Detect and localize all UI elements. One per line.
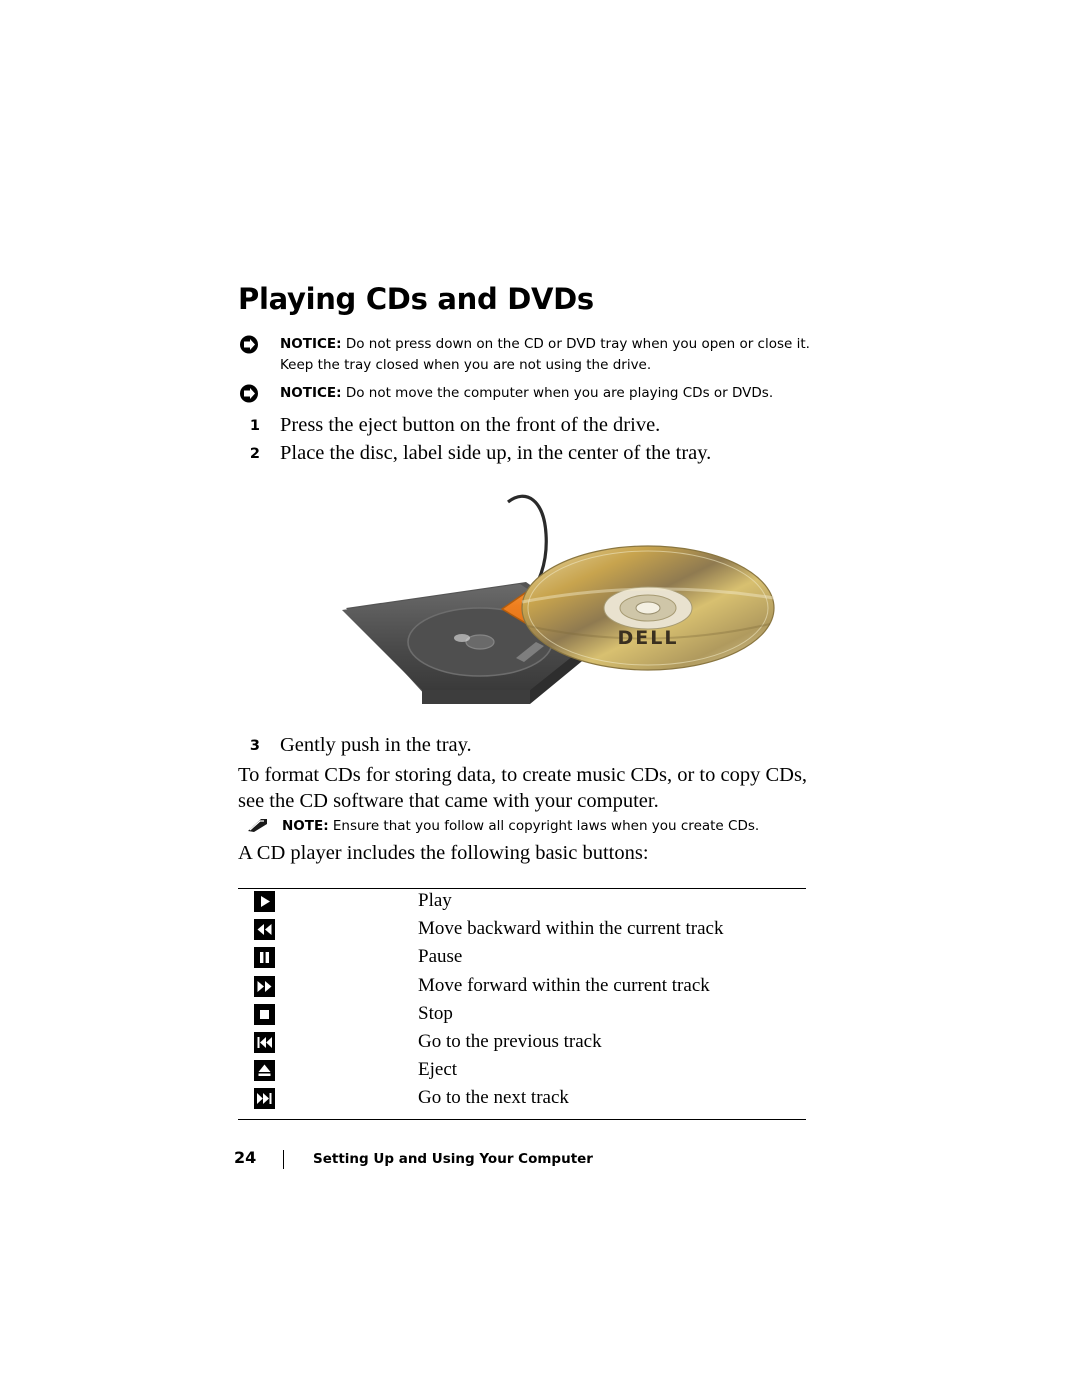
table-cell-label: Go to the next track bbox=[418, 1087, 569, 1109]
notice-block-2: NOTICE: Do not move the computer when yo… bbox=[238, 383, 820, 404]
step-1-text: Press the eject button on the front of t… bbox=[280, 414, 661, 436]
table-cell-label: Move forward within the current track bbox=[418, 974, 710, 996]
play-icon bbox=[254, 891, 275, 912]
step-2-text: Place the disc, label side up, in the ce… bbox=[280, 442, 712, 464]
rewind-icon bbox=[254, 919, 275, 941]
step-3-number: 3 bbox=[249, 738, 260, 754]
table-row: Move forward within the current track bbox=[238, 973, 806, 1001]
cd-drive-tray-illustration: DELL bbox=[330, 490, 800, 725]
table-row: Pause bbox=[238, 944, 806, 972]
table-cell-label: Move backward within the current track bbox=[418, 918, 724, 940]
table-cell-label: Stop bbox=[418, 1002, 453, 1024]
eject-icon bbox=[254, 1060, 275, 1082]
previous-track-icon bbox=[254, 1031, 275, 1053]
paragraph-format-cds: To format CDs for storing data, to creat… bbox=[238, 764, 808, 812]
step-2: 2 Place the disc, label side up, in the … bbox=[238, 440, 818, 466]
footer-section-title: Setting Up and Using Your Computer bbox=[313, 1151, 593, 1167]
table-cell-label: Go to the previous track bbox=[418, 1030, 602, 1052]
step-2-number: 2 bbox=[249, 446, 260, 462]
document-page: Playing CDs and DVDs NOTICE: Do not pres… bbox=[0, 0, 1080, 1397]
disc-logo-text: DELL bbox=[618, 627, 679, 649]
fast-forward-icon bbox=[254, 975, 275, 997]
notice-block-1: NOTICE: Do not press down on the CD or D… bbox=[238, 334, 820, 376]
step-3-text: Gently push in the tray. bbox=[280, 734, 472, 756]
notice-text-1: Do not press down on the CD or DVD tray … bbox=[280, 336, 810, 373]
table-row: Go to the next track bbox=[238, 1085, 806, 1113]
note-label: NOTE: bbox=[282, 818, 329, 834]
notice-arrow-icon bbox=[238, 384, 264, 403]
step-1: 1 Press the eject button on the front of… bbox=[238, 412, 818, 438]
notice-label-2: NOTICE: bbox=[280, 385, 342, 401]
footer-divider bbox=[283, 1150, 284, 1169]
note-text: Ensure that you follow all copyright law… bbox=[328, 818, 760, 834]
table-cell-label: Eject bbox=[418, 1059, 458, 1081]
table-row: Eject bbox=[238, 1057, 806, 1085]
page-title: Playing CDs and DVDs bbox=[238, 282, 594, 316]
notice-arrow-icon bbox=[238, 335, 264, 354]
table-row: Stop bbox=[238, 1001, 806, 1029]
step-3: 3 Gently push in the tray. bbox=[238, 732, 818, 758]
cd-player-button-table: Play Move backward within the current tr… bbox=[238, 888, 806, 1114]
paragraph-basic-buttons: A CD player includes the following basic… bbox=[238, 842, 649, 864]
step-1-number: 1 bbox=[249, 418, 260, 434]
table-cell-label: Pause bbox=[418, 946, 463, 968]
note-block: NOTE: Ensure that you follow all copyrig… bbox=[246, 816, 826, 836]
note-pencil-icon bbox=[246, 818, 270, 840]
notice-text-2: Do not move the computer when you are pl… bbox=[341, 385, 774, 401]
footer-page-number: 24 bbox=[234, 1148, 257, 1167]
pause-icon bbox=[254, 947, 275, 969]
stop-icon bbox=[254, 1003, 275, 1025]
table-cell-label: Play bbox=[418, 890, 452, 911]
table-bottom-rule bbox=[238, 1119, 806, 1120]
next-track-icon bbox=[254, 1088, 275, 1110]
table-row: Move backward within the current track bbox=[238, 916, 806, 944]
table-row: Go to the previous track bbox=[238, 1029, 806, 1057]
notice-label-1: NOTICE: bbox=[280, 336, 342, 352]
table-row: Play bbox=[238, 888, 806, 916]
